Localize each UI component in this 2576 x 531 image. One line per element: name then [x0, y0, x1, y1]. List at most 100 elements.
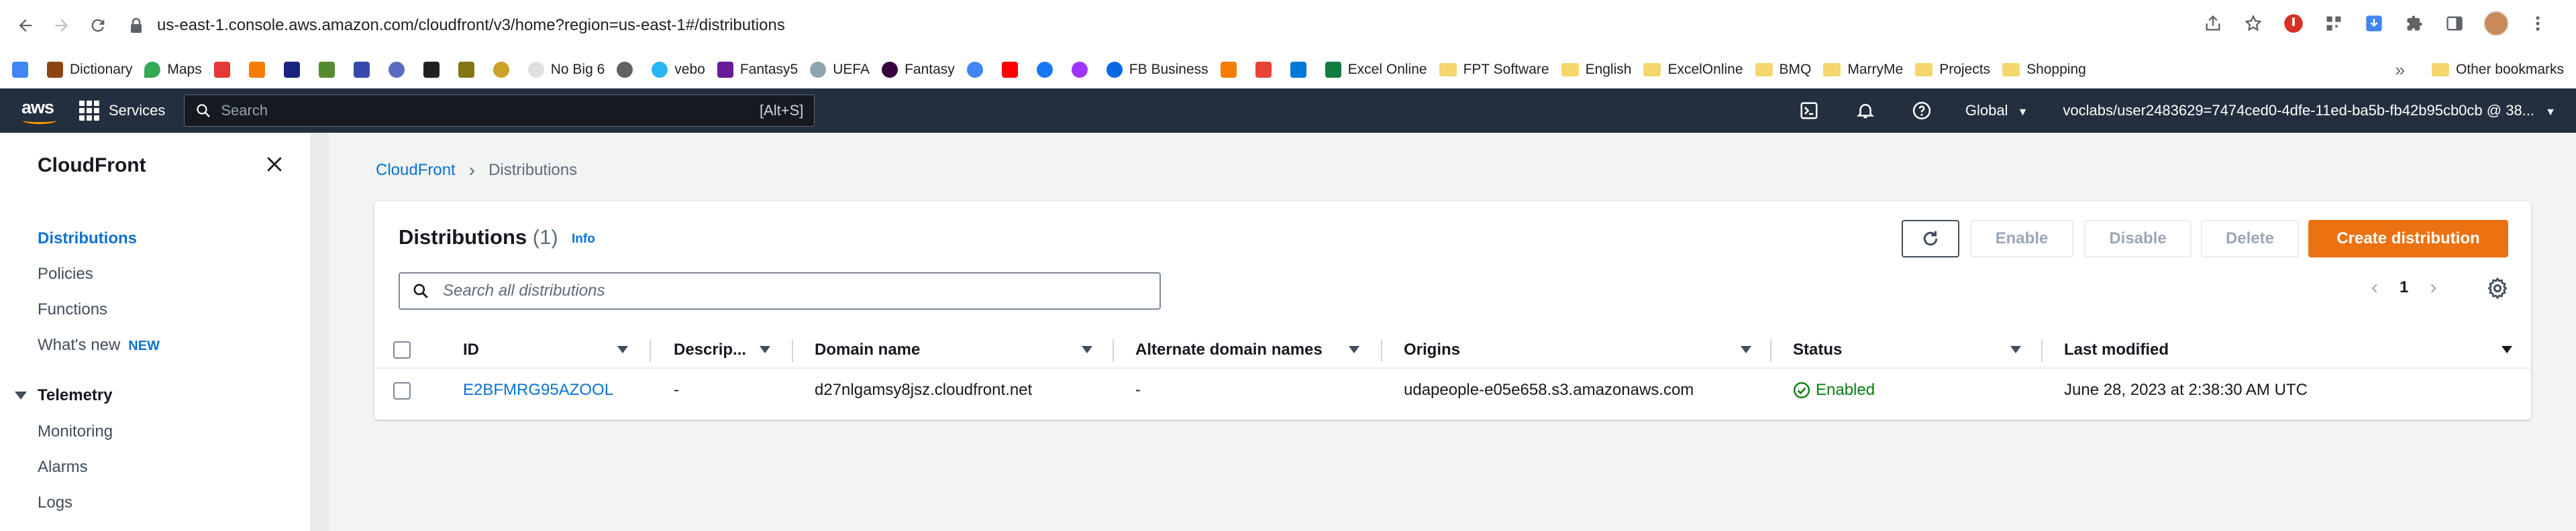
- bookmark-facebook[interactable]: [1036, 61, 1060, 78]
- sidebar-item-policies[interactable]: Policies: [38, 265, 93, 284]
- more-bookmarks-button[interactable]: »: [2395, 60, 2404, 80]
- bookmark-fav-4[interactable]: [318, 61, 342, 78]
- account-menu[interactable]: voclabs/user2483629=7474ced0-4dfe-11ed-b…: [2063, 102, 2556, 119]
- sort-caret-icon[interactable]: [1082, 346, 1092, 353]
- select-all-checkbox[interactable]: [393, 341, 411, 359]
- chrome-menu-icon[interactable]: [2526, 12, 2549, 35]
- chevron-left-icon[interactable]: ‹: [2371, 276, 2378, 299]
- close-icon[interactable]: [263, 153, 286, 176]
- sort-caret-icon[interactable]: [2010, 346, 2021, 353]
- profile-avatar[interactable]: [2483, 11, 2509, 36]
- share-icon[interactable]: [2202, 12, 2224, 35]
- bookmark-messenger[interactable]: [1071, 61, 1094, 78]
- sidebar-item-alarms[interactable]: Alarms: [38, 458, 88, 477]
- bookmark-vebo[interactable]: vebo: [652, 61, 705, 78]
- extension-download-icon[interactable]: [2363, 12, 2385, 35]
- bookmark-english[interactable]: English: [1561, 62, 1631, 78]
- bookmark-fav-8[interactable]: [458, 61, 481, 78]
- bookmark-uefa[interactable]: UEFA: [810, 61, 870, 78]
- column-divider[interactable]: [1381, 339, 1382, 362]
- column-divider[interactable]: [1770, 339, 1771, 362]
- refresh-button[interactable]: [1902, 220, 1959, 257]
- bookmark-fav-1[interactable]: [213, 61, 237, 78]
- side-panel-icon[interactable]: [2443, 12, 2466, 35]
- notifications-bell-icon[interactable]: [1854, 99, 1877, 122]
- info-link[interactable]: Info: [572, 232, 595, 247]
- distribution-id-link[interactable]: E2BFMRG95AZOOL: [463, 369, 613, 412]
- table-row[interactable]: E2BFMRG95AZOOL - d27nlgamsy8jsz.cloudfro…: [374, 369, 2531, 420]
- services-menu[interactable]: Services: [79, 101, 165, 121]
- bookmark-projects[interactable]: Projects: [1915, 62, 1990, 78]
- sidebar-item-whats-new[interactable]: What's new NEW: [38, 336, 160, 355]
- delete-button[interactable]: Delete: [2201, 220, 2299, 257]
- column-header-id[interactable]: ID: [463, 331, 479, 369]
- column-header-description[interactable]: Descrip...: [674, 331, 746, 369]
- sidebar-item-logs[interactable]: Logs: [38, 493, 72, 512]
- chevron-right-icon[interactable]: ›: [2430, 276, 2436, 299]
- bookmark-outlook[interactable]: [1290, 61, 1313, 78]
- column-divider[interactable]: [2041, 339, 2043, 362]
- sort-caret-icon[interactable]: [2502, 346, 2512, 353]
- forward-icon[interactable]: [48, 12, 75, 39]
- bookmark-fantasy[interactable]: Fantasy: [882, 61, 955, 78]
- region-selector[interactable]: Global ▼: [1965, 102, 2028, 119]
- sidebar-item-distributions[interactable]: Distributions: [38, 229, 137, 248]
- extension-red-icon[interactable]: [2282, 12, 2305, 35]
- sidebar-section-telemetry[interactable]: Telemetry: [15, 386, 113, 405]
- column-header-domain-name[interactable]: Domain name: [815, 331, 920, 369]
- bookmark-fpt[interactable]: FPT Software: [1439, 62, 1549, 78]
- row-checkbox[interactable]: [393, 382, 411, 400]
- bookmark-fav-11[interactable]: [1220, 61, 1243, 78]
- aws-logo[interactable]: aws: [20, 97, 60, 124]
- reload-icon[interactable]: [85, 12, 111, 39]
- bookmark-fav-10[interactable]: [617, 61, 639, 78]
- bookmark-fb-business[interactable]: FB Business: [1106, 61, 1208, 78]
- create-distribution-button[interactable]: Create distribution: [2308, 220, 2508, 257]
- bookmark-fav-2[interactable]: [248, 61, 272, 78]
- column-header-last-modified[interactable]: Last modified: [2064, 331, 2169, 369]
- bookmark-fav-7[interactable]: [423, 61, 446, 78]
- column-header-status[interactable]: Status: [1793, 331, 1842, 369]
- sort-caret-icon[interactable]: [1741, 346, 1751, 353]
- bookmark-fav-6[interactable]: [388, 61, 411, 78]
- bookmark-bmq[interactable]: BMQ: [1755, 62, 1811, 78]
- bookmark-shopping[interactable]: Shopping: [2002, 62, 2086, 78]
- column-header-origins[interactable]: Origins: [1404, 331, 1460, 369]
- bookmark-fav-5[interactable]: [353, 61, 376, 78]
- bookmark-youtube[interactable]: [1001, 61, 1025, 78]
- sidebar-item-functions[interactable]: Functions: [38, 300, 107, 319]
- extensions-puzzle-icon[interactable]: [2403, 12, 2426, 35]
- bookmark-marryme[interactable]: MarryMe: [1823, 62, 1903, 78]
- bookmark-fantasy5[interactable]: Fantasy5: [717, 61, 798, 78]
- table-settings-gear-icon[interactable]: [2485, 276, 2510, 300]
- sidebar-item-monitoring[interactable]: Monitoring: [38, 422, 113, 441]
- page-number[interactable]: 1: [2400, 278, 2408, 297]
- cloudshell-icon[interactable]: [1798, 99, 1820, 122]
- column-divider[interactable]: [792, 339, 793, 362]
- aws-search-input[interactable]: Search [Alt+S]: [184, 95, 815, 127]
- column-header-alternate-domain-names[interactable]: Alternate domain names: [1135, 331, 1323, 369]
- bookmark-chrome[interactable]: [966, 61, 990, 78]
- bookmark-exceloniine[interactable]: ExcelOnline: [1643, 62, 1743, 78]
- extension-qr-icon[interactable]: [2322, 12, 2345, 35]
- sort-caret-icon[interactable]: [1349, 346, 1359, 353]
- enable-button[interactable]: Enable: [1970, 220, 2073, 257]
- other-bookmarks[interactable]: Other bookmarks: [2431, 62, 2564, 78]
- column-divider[interactable]: [1113, 339, 1114, 362]
- breadcrumb-cloudfront-link[interactable]: CloudFront: [376, 161, 456, 180]
- sidebar-scrollbar[interactable]: [310, 133, 329, 531]
- sort-caret-icon[interactable]: [760, 346, 770, 353]
- star-icon[interactable]: [2242, 12, 2265, 35]
- bookmark-fav-3[interactable]: [283, 61, 307, 78]
- bookmark-fav-9[interactable]: [493, 61, 516, 78]
- bookmark-maps[interactable]: Maps: [144, 61, 202, 78]
- address-bar[interactable]: us-east-1.console.aws.amazon.com/cloudfr…: [127, 7, 2241, 44]
- column-divider[interactable]: [650, 339, 651, 362]
- help-icon[interactable]: [1910, 99, 1933, 122]
- bookmark-nobig6[interactable]: No Big 6: [527, 61, 605, 78]
- back-icon[interactable]: [12, 12, 39, 39]
- bookmark-gmail[interactable]: [1255, 61, 1278, 78]
- bookmark-excel-online[interactable]: Excel Online: [1325, 61, 1427, 78]
- disable-button[interactable]: Disable: [2084, 220, 2192, 257]
- sort-caret-icon[interactable]: [617, 346, 628, 353]
